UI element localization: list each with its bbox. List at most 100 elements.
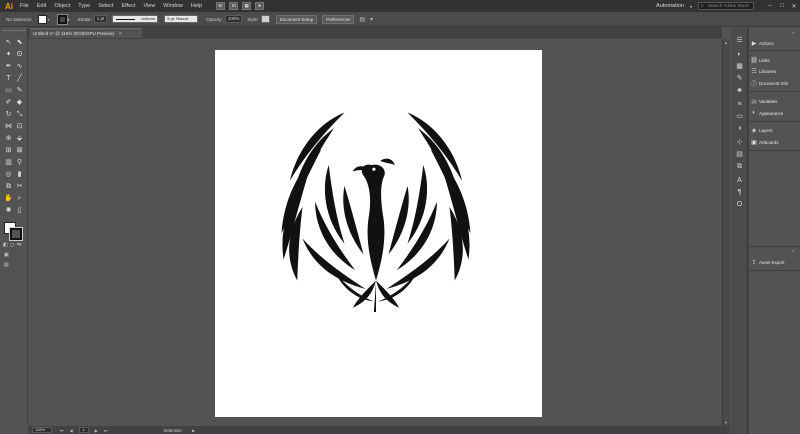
properties-icon[interactable]: ☰ (734, 36, 745, 46)
fill-swatch[interactable] (37, 14, 47, 24)
column-graph-tool-icon[interactable]: ▯ (14, 206, 25, 216)
eyedropper-tool-icon[interactable]: ⚲ (14, 158, 25, 168)
shaper-tool-icon[interactable]: ✐ (3, 98, 14, 108)
screen-mode-icon[interactable]: ▤ (4, 262, 9, 268)
panel-variables[interactable]: {x} Variables (749, 95, 800, 107)
document-tab[interactable]: Untitled-1* @ 116% (RGB/GPU Preview) ✕ (30, 28, 142, 38)
next-artboard-icon[interactable]: ▶ (95, 428, 98, 433)
blend-tool-icon[interactable]: ◎ (3, 170, 14, 180)
maximize-button[interactable]: □ (776, 3, 788, 10)
artboard-number-field[interactable]: 1 (78, 427, 89, 433)
scale-tool-icon[interactable]: ⤡ (14, 110, 25, 120)
perspective-grid-tool-icon[interactable]: ⊞ (3, 146, 14, 156)
panel-appearance[interactable]: ◐ Appearance (749, 107, 800, 119)
arrange-documents-icon[interactable]: ▤ (359, 16, 365, 23)
send-icon[interactable]: ➤ (255, 2, 265, 10)
document-setup-button[interactable]: Document Setup (275, 14, 318, 24)
status-menu-chevron-icon[interactable]: ▶ (192, 428, 195, 433)
type-tool-icon[interactable]: T (3, 74, 14, 84)
slice-tool-icon[interactable]: ✂ (14, 182, 25, 192)
width-tool-icon[interactable]: ⋈ (3, 122, 14, 132)
hand-tool-icon[interactable]: ✋ (3, 194, 14, 204)
current-tool-status[interactable]: Selection (163, 428, 182, 433)
rectangle-tool-icon[interactable]: ▭ (3, 86, 14, 96)
panel-document-info[interactable]: ⓘ Document Info (749, 77, 800, 89)
collapse-panels-icon[interactable]: » (792, 248, 794, 253)
menu-view[interactable]: View (143, 3, 155, 9)
workspace-switcher[interactable]: Automation (656, 3, 684, 9)
collapse-panels-icon[interactable]: » (792, 30, 794, 35)
align-icon[interactable]: ▤ (734, 150, 745, 160)
menu-object[interactable]: Object (54, 3, 70, 9)
panel-asset-export[interactable]: ⇪ Asset Export (749, 256, 800, 268)
selection-tool-icon[interactable]: ↖ (3, 38, 14, 48)
grid-layout-icon[interactable]: ▦ (242, 2, 252, 10)
toolbar-grip[interactable] (3, 30, 25, 34)
rotate-tool-icon[interactable]: ↻ (3, 110, 14, 120)
draw-mode-icon[interactable]: ▣ (4, 252, 9, 258)
transform-icon[interactable]: ⊹ (734, 138, 745, 148)
gradient-tool-icon[interactable]: ▥ (3, 158, 14, 168)
gradient-panel-icon[interactable]: ▭ (734, 112, 745, 122)
line-tool-icon[interactable]: ╱ (14, 74, 25, 84)
swap-colors-icon[interactable]: ⇆ (17, 242, 21, 248)
workspace-chevron-icon[interactable]: ▾ (690, 4, 692, 9)
artboard-tool-icon[interactable]: ⧉ (3, 182, 14, 192)
stroke-color-swatch[interactable] (9, 227, 23, 241)
lasso-tool-icon[interactable]: ʘ (14, 50, 25, 60)
brushes-icon[interactable]: ✎ (734, 74, 745, 84)
first-artboard-icon[interactable]: ⏮ (60, 428, 64, 433)
curvature-tool-icon[interactable]: ∿ (14, 62, 25, 72)
symbols-icon[interactable]: ♣ (734, 86, 745, 96)
panel-layers[interactable]: ◈ Layers (749, 124, 800, 136)
color-icon[interactable]: ◐ (734, 50, 745, 60)
pen-tool-icon[interactable]: ✒ (3, 62, 14, 72)
free-transform-tool-icon[interactable]: ⊡ (14, 122, 25, 132)
menu-file[interactable]: File (20, 3, 29, 9)
menu-window[interactable]: Window (163, 3, 183, 9)
brush-definition[interactable]: 5 pt. Round (164, 15, 199, 23)
direct-selection-tool-icon[interactable]: ⬉ (14, 38, 25, 48)
stock-search-input[interactable]: ⌕ Search Adobe Stock (698, 2, 754, 10)
close-button[interactable]: ✕ (788, 3, 800, 10)
menu-effect[interactable]: Effect (122, 3, 136, 9)
canvas-area[interactable] (28, 39, 722, 426)
magic-wand-tool-icon[interactable]: ✦ (3, 50, 14, 60)
scroll-up-icon[interactable]: ▲ (724, 40, 728, 45)
graphic-style-swatch[interactable] (260, 15, 270, 23)
color-mode-icon[interactable]: ◻ (10, 242, 14, 248)
swatches-icon[interactable]: ▦ (734, 62, 745, 72)
last-artboard-icon[interactable]: ⏭ (104, 428, 108, 433)
paintbrush-tool-icon[interactable]: ✎ (14, 86, 25, 96)
character-icon[interactable]: A (734, 176, 745, 186)
scroll-down-icon[interactable]: ▼ (724, 420, 728, 425)
symbol-sprayer-tool-icon[interactable]: ✺ (3, 206, 14, 216)
live-paint-tool-icon[interactable]: ⬙ (14, 134, 25, 144)
menu-help[interactable]: Help (191, 3, 202, 9)
minimize-button[interactable]: – (764, 3, 776, 10)
zoom-tool-icon[interactable]: ⌕ (14, 194, 25, 204)
variable-width-profile[interactable]: Uniform (112, 15, 159, 23)
stroke-swatch[interactable] (56, 13, 68, 25)
stroke-weight-field[interactable]: 1 pt (93, 15, 108, 23)
mesh-tool-icon[interactable]: ⊠ (14, 146, 25, 156)
close-tab-icon[interactable]: ✕ (119, 31, 123, 37)
panel-actions[interactable]: ▶ Actions (749, 37, 800, 49)
panel-artboards[interactable]: ▣ Artboards (749, 136, 800, 148)
menu-select[interactable]: Select (98, 3, 113, 9)
transparency-icon[interactable]: ◑ (734, 124, 745, 134)
phoenix-artwork[interactable] (271, 102, 481, 312)
menu-chevron-icon[interactable]: ▾ (370, 16, 373, 23)
vertical-scrollbar[interactable]: ▲ ▼ (722, 39, 730, 426)
shape-builder-tool-icon[interactable]: ⊕ (3, 134, 14, 144)
paragraph-icon[interactable]: ¶ (734, 188, 745, 198)
stroke-panel-icon[interactable]: ≡ (734, 100, 745, 110)
opacity-field[interactable]: 100% (224, 15, 243, 23)
graph-tool-icon[interactable]: ▮ (14, 170, 25, 180)
eraser-tool-icon[interactable]: ◆ (14, 98, 25, 108)
bridge-icon[interactable]: Br (216, 2, 226, 10)
pathfinder-icon[interactable]: ⧉ (734, 162, 745, 172)
preferences-button[interactable]: Preferences (322, 14, 355, 24)
chevron-down-icon[interactable]: ▾ (68, 17, 74, 22)
previous-artboard-icon[interactable]: ◀ (70, 428, 73, 433)
